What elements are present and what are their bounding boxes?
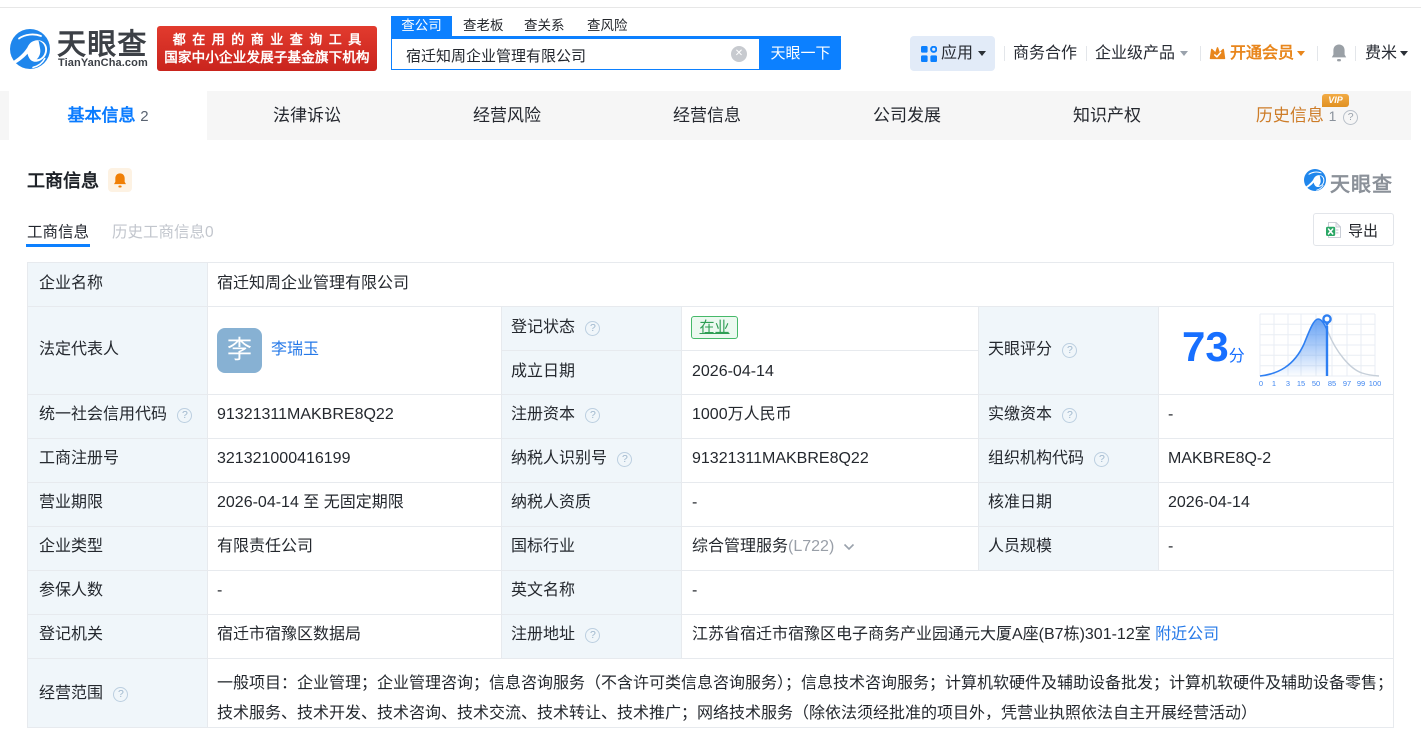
svg-text:0: 0 xyxy=(1259,379,1263,388)
svg-text:1: 1 xyxy=(1272,379,1276,388)
svg-text:85: 85 xyxy=(1328,379,1336,388)
svg-text:99: 99 xyxy=(1357,379,1365,388)
svg-text:50: 50 xyxy=(1312,379,1320,388)
svg-text:97: 97 xyxy=(1343,379,1351,388)
svg-text:3: 3 xyxy=(1286,379,1290,388)
svg-text:100: 100 xyxy=(1369,379,1382,388)
svg-text:15: 15 xyxy=(1297,379,1305,388)
